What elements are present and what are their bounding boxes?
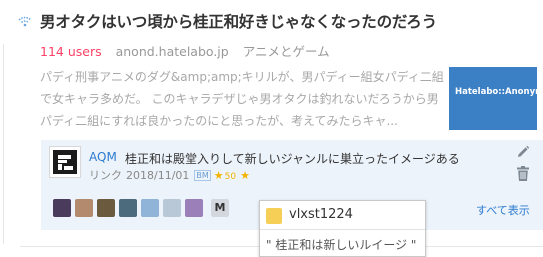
avatar[interactable] xyxy=(266,208,282,224)
entry-meta: 114 users anond.hatelabo.jp アニメとゲーム xyxy=(40,41,330,59)
entry-thumbnail[interactable]: Hatelabo::AnonymousDiary xyxy=(449,67,537,130)
star-icon: ★ xyxy=(213,169,224,182)
bookmarker-avatar[interactable] xyxy=(97,199,115,217)
entry-card: 男オタクはいつ頃から桂正和好きじゃなくなったのだろう 114 users ano… xyxy=(0,0,543,257)
star-count: 50 xyxy=(224,172,237,182)
bookmarker-avatar[interactable] xyxy=(141,199,159,217)
bookmark-badge-icon: BM xyxy=(194,170,211,181)
bookmarker-avatar[interactable] xyxy=(75,199,93,217)
entry-title-link[interactable]: 男オタクはいつ頃から桂正和好きじゃなくなったのだろう xyxy=(40,10,540,32)
user-hover-popup: vlxst1224 " 桂正和は新しいルイージ " xyxy=(259,200,426,257)
bookmarker-avatar[interactable] xyxy=(53,199,71,217)
divider xyxy=(260,229,425,230)
bookmark-username-link[interactable]: AQM xyxy=(89,150,117,164)
user-avatar-icon xyxy=(53,150,77,174)
bookmarker-avatar[interactable] xyxy=(163,199,181,217)
entry-feed-icon xyxy=(18,16,32,27)
category-link[interactable]: アニメとゲーム xyxy=(243,44,330,59)
edit-pen-icon[interactable] xyxy=(516,145,530,159)
popup-comment: " 桂正和は新しいルイージ " xyxy=(266,238,417,252)
bookmark-date-link[interactable]: 2018/11/01 xyxy=(126,169,189,182)
avatar[interactable] xyxy=(49,146,81,178)
divider xyxy=(3,44,4,244)
entry-snippet: パディ刑事アニメのダグ&amp;amp;キリルが、男パディー組女パディ二組で女キ… xyxy=(40,70,444,128)
bookmark-comment: 桂正和は殿堂入りして新しいジャンルに巣立ったイメージある xyxy=(125,152,460,166)
add-star-button[interactable]: ★ xyxy=(240,169,250,182)
thumbnail-text: Hatelabo::AnonymousDiary xyxy=(455,87,537,97)
popup-username-link[interactable]: vlxst1224 xyxy=(289,207,353,222)
show-all-link[interactable]: すべて表示 xyxy=(476,202,530,218)
users-count-link[interactable]: 114 users xyxy=(40,44,102,59)
domain-link[interactable]: anond.hatelabo.jp xyxy=(116,44,229,59)
bookmarker-avatar[interactable] xyxy=(119,199,137,217)
bookmarker-avatar[interactable]: M xyxy=(211,199,229,217)
link-label[interactable]: リンク xyxy=(89,169,122,182)
trash-icon[interactable] xyxy=(517,166,529,181)
bookmarker-avatar[interactable] xyxy=(185,199,203,217)
bookmark-meta: リンク 2018/11/01 BM ★50 ★ xyxy=(89,167,250,183)
